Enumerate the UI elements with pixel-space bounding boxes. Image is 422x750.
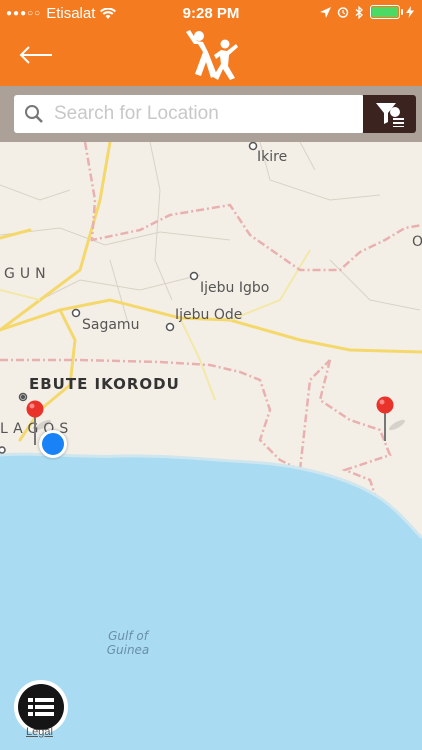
- status-right: [320, 5, 414, 19]
- list-view-icon: [28, 698, 54, 716]
- pin-east[interactable]: [375, 396, 395, 442]
- arrow-left-icon: [19, 46, 52, 64]
- search-strip: [0, 86, 422, 142]
- water-label-gulf-of-guinea: Gulf of Guinea: [98, 629, 158, 657]
- place-label-ebute-ikorodu: EBUTE IKORODU: [29, 375, 180, 393]
- status-bar: ●●●○○ Etisalat 9:28 PM: [0, 0, 422, 28]
- place-label-sagamu: Sagamu: [82, 317, 140, 333]
- list-view-inner: [18, 684, 64, 730]
- water-label-text: Gulf of Guinea: [106, 629, 150, 657]
- bluetooth-icon: [355, 5, 363, 19]
- app-logo: [181, 28, 241, 84]
- search-input[interactable]: [52, 102, 356, 126]
- place-label-ijebu-igbo: Ijebu Igbo: [200, 280, 270, 296]
- place-label-ikire: Ikire: [257, 149, 288, 165]
- map-view[interactable]: Ikire Ijebu Igbo Sagamu Ijebu Ode EBUTE …: [0, 142, 422, 750]
- search-box[interactable]: [14, 95, 364, 133]
- user-location-dot: [39, 430, 67, 458]
- location-arrow-icon: [320, 6, 331, 18]
- place-label-gun: GUN: [4, 266, 51, 282]
- map-pin-icon: [376, 396, 394, 441]
- back-button[interactable]: [18, 42, 58, 70]
- battery-fill: [372, 7, 398, 17]
- place-label-o: O: [412, 234, 422, 250]
- filter-button[interactable]: [363, 95, 416, 133]
- search-icon: [25, 105, 43, 123]
- charging-icon: [406, 6, 414, 18]
- place-label-ijebu-ode: Ijebu Ode: [175, 307, 243, 323]
- filter-list-icon: [375, 103, 404, 127]
- legal-link[interactable]: Legal: [26, 726, 53, 738]
- alarm-icon: [337, 7, 349, 18]
- nav-bar: [0, 28, 422, 86]
- two-figures-logo-icon: [181, 28, 241, 84]
- battery-icon: [370, 5, 403, 19]
